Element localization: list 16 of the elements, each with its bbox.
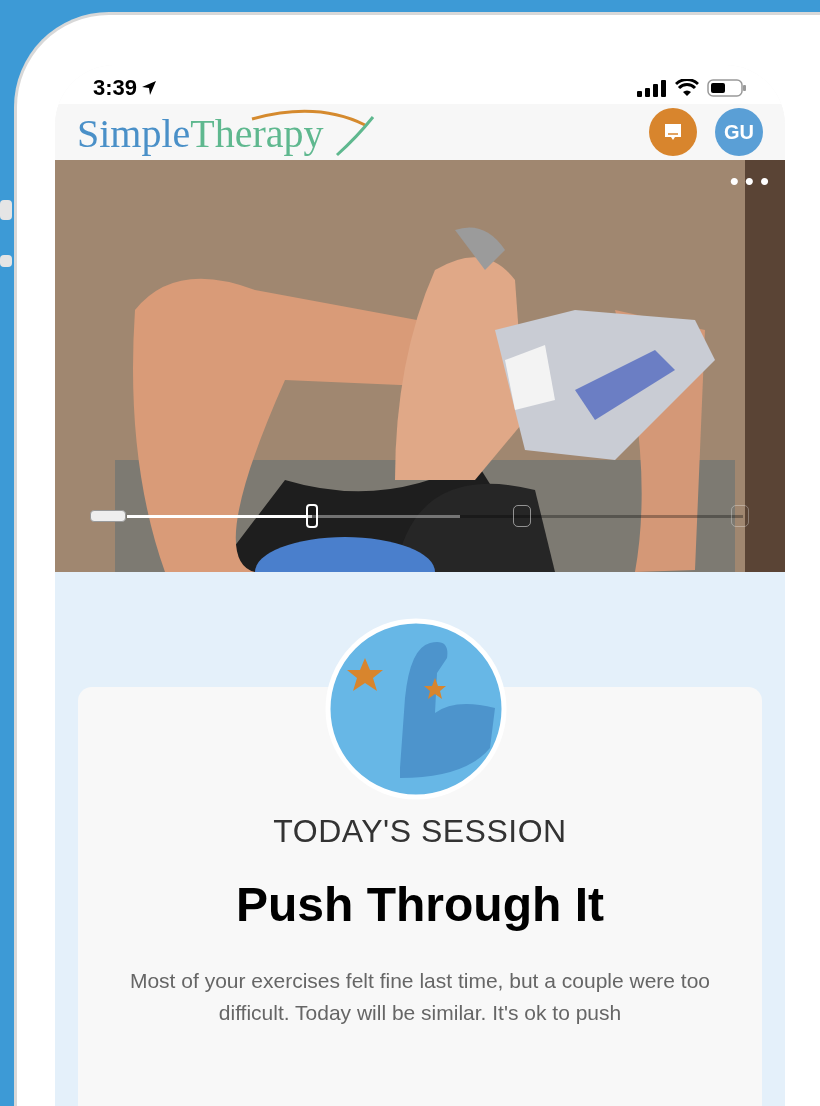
chapter-marker: [731, 505, 749, 527]
wifi-icon: [675, 78, 699, 97]
more-button[interactable]: •••: [729, 168, 775, 194]
chapter-marker: [513, 505, 531, 527]
session-description: Most of your exercises felt fine last time, but a couple were too difficult. Today will be similar. It's ok to push: [128, 968, 712, 1026]
seek-handle[interactable]: [305, 504, 318, 528]
location-arrow-icon: [141, 79, 158, 96]
chat-icon: [663, 122, 683, 142]
status-time: 3:39: [93, 74, 138, 102]
battery-icon: [707, 77, 747, 98]
logo: SimpleTherapy: [77, 104, 387, 160]
session-title: Push Through It: [236, 877, 604, 933]
signal-icon: [637, 78, 667, 97]
session-label: TODAY'S SESSION: [273, 812, 567, 851]
timestamp-icon: [90, 510, 126, 522]
chat-button[interactable]: [649, 108, 697, 156]
